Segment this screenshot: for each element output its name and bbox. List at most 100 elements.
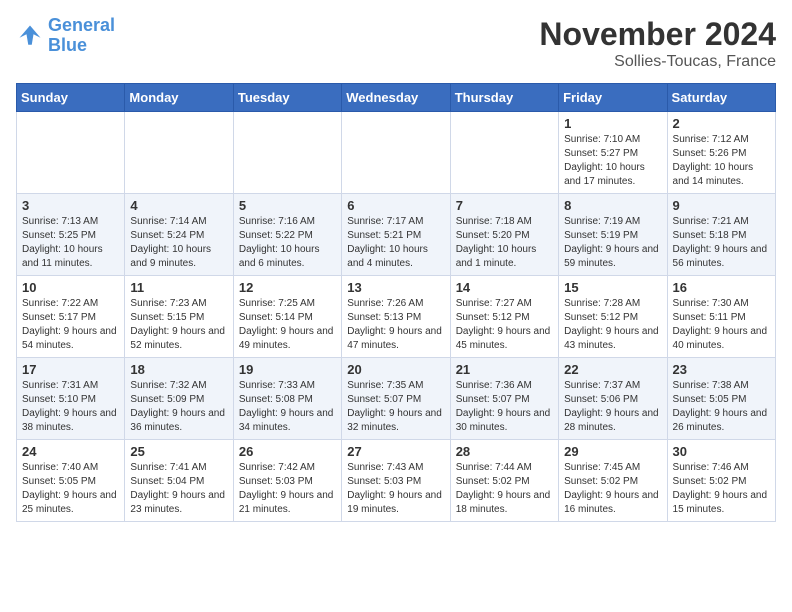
calendar-cell: 16 Sunrise: 7:30 AM Sunset: 5:11 PM Dayli… (667, 276, 775, 358)
calendar-cell: 28Sunrise: 7:44 AM Sunset: 5:02 PM Dayli… (450, 440, 558, 522)
day-number: 27 (347, 444, 444, 459)
calendar-cell (233, 112, 341, 194)
logo-line1: General (48, 15, 115, 35)
title-block: November 2024 Sollies-Toucas, France (539, 16, 776, 71)
logo-text: General Blue (48, 16, 115, 56)
calendar-cell: 8 Sunrise: 7:19 AM Sunset: 5:19 PM Daylig… (559, 194, 667, 276)
calendar-cell (125, 112, 233, 194)
col-header-sunday: Sunday (17, 84, 125, 112)
calendar-cell (450, 112, 558, 194)
calendar-cell (17, 112, 125, 194)
calendar-cell: 1 Sunrise: 7:10 AM Sunset: 5:27 PM Daylig… (559, 112, 667, 194)
col-header-friday: Friday (559, 84, 667, 112)
day-number: 29 (564, 444, 661, 459)
calendar-cell: 22Sunrise: 7:37 AM Sunset: 5:06 PM Dayli… (559, 358, 667, 440)
calendar-cell: 11 Sunrise: 7:23 AM Sunset: 5:15 PM Dayli… (125, 276, 233, 358)
day-number: 9 (673, 198, 770, 213)
day-number: 25 (130, 444, 227, 459)
week-row-3: 10Sunrise: 7:22 AM Sunset: 5:17 PM Dayli… (17, 276, 776, 358)
day-info: Sunrise: 7:33 AM Sunset: 5:08 PM Dayligh… (239, 379, 336, 435)
day-number: 24 (22, 444, 119, 459)
calendar-cell: 12Sunrise: 7:25 AM Sunset: 5:14 PM Dayli… (233, 276, 341, 358)
day-number: 5 (239, 198, 336, 213)
day-info: Sunrise: 7:16 AM Sunset: 5:22 PM Dayligh… (239, 215, 336, 271)
day-info: Sunrise: 7:40 AM Sunset: 5:05 PM Dayligh… (22, 461, 119, 517)
logo-line2: Blue (48, 35, 87, 55)
calendar-cell: 17 Sunrise: 7:31 AM Sunset: 5:10 PM Dayli… (17, 358, 125, 440)
day-number: 20 (347, 362, 444, 377)
calendar-cell: 18 Sunrise: 7:32 AM Sunset: 5:09 PM Dayli… (125, 358, 233, 440)
week-row-1: 1 Sunrise: 7:10 AM Sunset: 5:27 PM Daylig… (17, 112, 776, 194)
day-number: 15 (564, 280, 661, 295)
calendar-cell: 10Sunrise: 7:22 AM Sunset: 5:17 PM Dayli… (17, 276, 125, 358)
day-number: 26 (239, 444, 336, 459)
logo: General Blue (16, 16, 115, 56)
day-number: 28 (456, 444, 553, 459)
day-info: Sunrise: 7:32 AM Sunset: 5:09 PM Dayligh… (130, 379, 227, 435)
day-info: Sunrise: 7:10 AM Sunset: 5:27 PM Dayligh… (564, 133, 661, 189)
day-info: Sunrise: 7:26 AM Sunset: 5:13 PM Dayligh… (347, 297, 444, 353)
day-number: 12 (239, 280, 336, 295)
day-number: 14 (456, 280, 553, 295)
calendar-cell: 9Sunrise: 7:21 AM Sunset: 5:18 PM Daylig… (667, 194, 775, 276)
day-info: Sunrise: 7:14 AM Sunset: 5:24 PM Dayligh… (130, 215, 227, 271)
calendar-cell: 20 Sunrise: 7:35 AM Sunset: 5:07 PM Dayli… (342, 358, 450, 440)
calendar-cell: 27 Sunrise: 7:43 AM Sunset: 5:03 PM Dayli… (342, 440, 450, 522)
calendar-cell: 30 Sunrise: 7:46 AM Sunset: 5:02 PM Dayli… (667, 440, 775, 522)
day-number: 13 (347, 280, 444, 295)
day-info: Sunrise: 7:23 AM Sunset: 5:15 PM Dayligh… (130, 297, 227, 353)
calendar-cell: 19 Sunrise: 7:33 AM Sunset: 5:08 PM Dayli… (233, 358, 341, 440)
calendar-cell: 13 Sunrise: 7:26 AM Sunset: 5:13 PM Dayli… (342, 276, 450, 358)
day-number: 11 (130, 280, 227, 295)
calendar-cell: 25 Sunrise: 7:41 AM Sunset: 5:04 PM Dayli… (125, 440, 233, 522)
day-number: 8 (564, 198, 661, 213)
day-info: Sunrise: 7:22 AM Sunset: 5:17 PM Dayligh… (22, 297, 119, 353)
day-number: 7 (456, 198, 553, 213)
calendar-header: SundayMondayTuesdayWednesdayThursdayFrid… (17, 84, 776, 112)
day-info: Sunrise: 7:37 AM Sunset: 5:06 PM Dayligh… (564, 379, 661, 435)
calendar-cell: 14Sunrise: 7:27 AM Sunset: 5:12 PM Dayli… (450, 276, 558, 358)
calendar-cell: 5 Sunrise: 7:16 AM Sunset: 5:22 PM Daylig… (233, 194, 341, 276)
day-number: 18 (130, 362, 227, 377)
subtitle: Sollies-Toucas, France (539, 53, 776, 71)
calendar-cell: 2Sunrise: 7:12 AM Sunset: 5:26 PM Daylig… (667, 112, 775, 194)
day-number: 19 (239, 362, 336, 377)
day-number: 2 (673, 116, 770, 131)
day-info: Sunrise: 7:35 AM Sunset: 5:07 PM Dayligh… (347, 379, 444, 435)
week-row-5: 24 Sunrise: 7:40 AM Sunset: 5:05 PM Dayli… (17, 440, 776, 522)
calendar-table: SundayMondayTuesdayWednesdayThursdayFrid… (16, 83, 776, 522)
week-row-4: 17 Sunrise: 7:31 AM Sunset: 5:10 PM Dayli… (17, 358, 776, 440)
calendar-cell (342, 112, 450, 194)
calendar-body: 1 Sunrise: 7:10 AM Sunset: 5:27 PM Daylig… (17, 112, 776, 522)
logo-icon (16, 22, 44, 50)
day-number: 1 (564, 116, 661, 131)
week-row-2: 3Sunrise: 7:13 AM Sunset: 5:25 PM Daylig… (17, 194, 776, 276)
day-info: Sunrise: 7:19 AM Sunset: 5:19 PM Dayligh… (564, 215, 661, 271)
calendar-cell: 23Sunrise: 7:38 AM Sunset: 5:05 PM Dayli… (667, 358, 775, 440)
day-number: 30 (673, 444, 770, 459)
calendar-cell: 4 Sunrise: 7:14 AM Sunset: 5:24 PM Daylig… (125, 194, 233, 276)
day-info: Sunrise: 7:36 AM Sunset: 5:07 PM Dayligh… (456, 379, 553, 435)
header-row: SundayMondayTuesdayWednesdayThursdayFrid… (17, 84, 776, 112)
day-number: 4 (130, 198, 227, 213)
col-header-monday: Monday (125, 84, 233, 112)
day-info: Sunrise: 7:42 AM Sunset: 5:03 PM Dayligh… (239, 461, 336, 517)
day-number: 23 (673, 362, 770, 377)
day-number: 16 (673, 280, 770, 295)
day-info: Sunrise: 7:31 AM Sunset: 5:10 PM Dayligh… (22, 379, 119, 435)
day-info: Sunrise: 7:46 AM Sunset: 5:02 PM Dayligh… (673, 461, 770, 517)
day-info: Sunrise: 7:45 AM Sunset: 5:02 PM Dayligh… (564, 461, 661, 517)
calendar-cell: 29 Sunrise: 7:45 AM Sunset: 5:02 PM Dayli… (559, 440, 667, 522)
day-info: Sunrise: 7:41 AM Sunset: 5:04 PM Dayligh… (130, 461, 227, 517)
calendar-cell: 6 Sunrise: 7:17 AM Sunset: 5:21 PM Daylig… (342, 194, 450, 276)
main-title: November 2024 (539, 16, 776, 53)
day-number: 6 (347, 198, 444, 213)
day-info: Sunrise: 7:43 AM Sunset: 5:03 PM Dayligh… (347, 461, 444, 517)
day-number: 17 (22, 362, 119, 377)
col-header-thursday: Thursday (450, 84, 558, 112)
calendar-cell: 24 Sunrise: 7:40 AM Sunset: 5:05 PM Dayli… (17, 440, 125, 522)
day-number: 3 (22, 198, 119, 213)
day-info: Sunrise: 7:30 AM Sunset: 5:11 PM Dayligh… (673, 297, 770, 353)
day-info: Sunrise: 7:17 AM Sunset: 5:21 PM Dayligh… (347, 215, 444, 271)
calendar-cell: 3Sunrise: 7:13 AM Sunset: 5:25 PM Daylig… (17, 194, 125, 276)
